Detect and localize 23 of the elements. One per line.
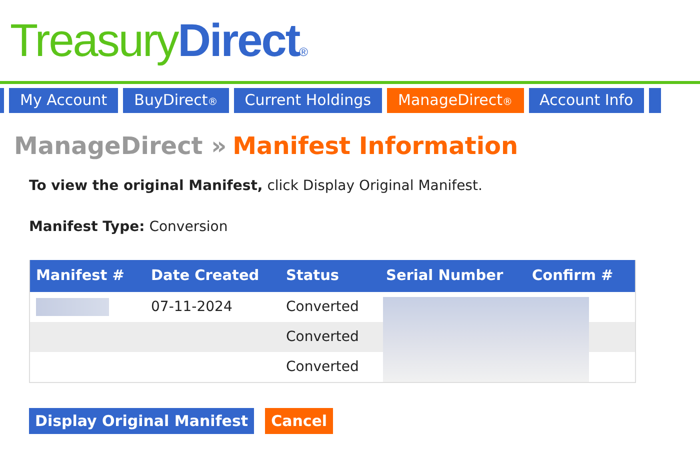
page-title: Manifest Information (232, 132, 518, 160)
column-header: Manifest # (36, 268, 124, 284)
section-title: ManageDirect » (14, 132, 227, 160)
column-header: Status (286, 268, 340, 284)
nav-tab[interactable]: ManageDirect® (387, 88, 524, 113)
nav-tab[interactable]: Current Holdings (234, 88, 382, 113)
tab-edge[interactable] (649, 88, 662, 113)
column-header: Date Created (151, 268, 260, 284)
nav-tab[interactable]: Account Info (528, 88, 644, 113)
manifest-type-label: Manifest Type: (29, 219, 145, 235)
cancel-button[interactable]: Cancel (265, 408, 334, 434)
column-header: Confirm # (532, 268, 614, 284)
column-header: Serial Number (386, 268, 504, 284)
table-cell: Converted (286, 329, 359, 345)
table-cell: 07-11-2024 (151, 299, 232, 315)
display-manifest-button[interactable]: Display Original Manifest (29, 408, 254, 434)
logo: TreasuryDirect® (10, 13, 308, 68)
table-cell: Converted (286, 299, 359, 315)
nav-tab[interactable]: My Account (9, 88, 118, 113)
table-cell: Converted (286, 359, 359, 375)
intro-text: To view the original Manifest, click Display Original Manifest. (29, 178, 482, 194)
manifest-type-value: Conversion (149, 219, 228, 235)
nav-tab[interactable]: BuyDirect® (123, 88, 229, 113)
